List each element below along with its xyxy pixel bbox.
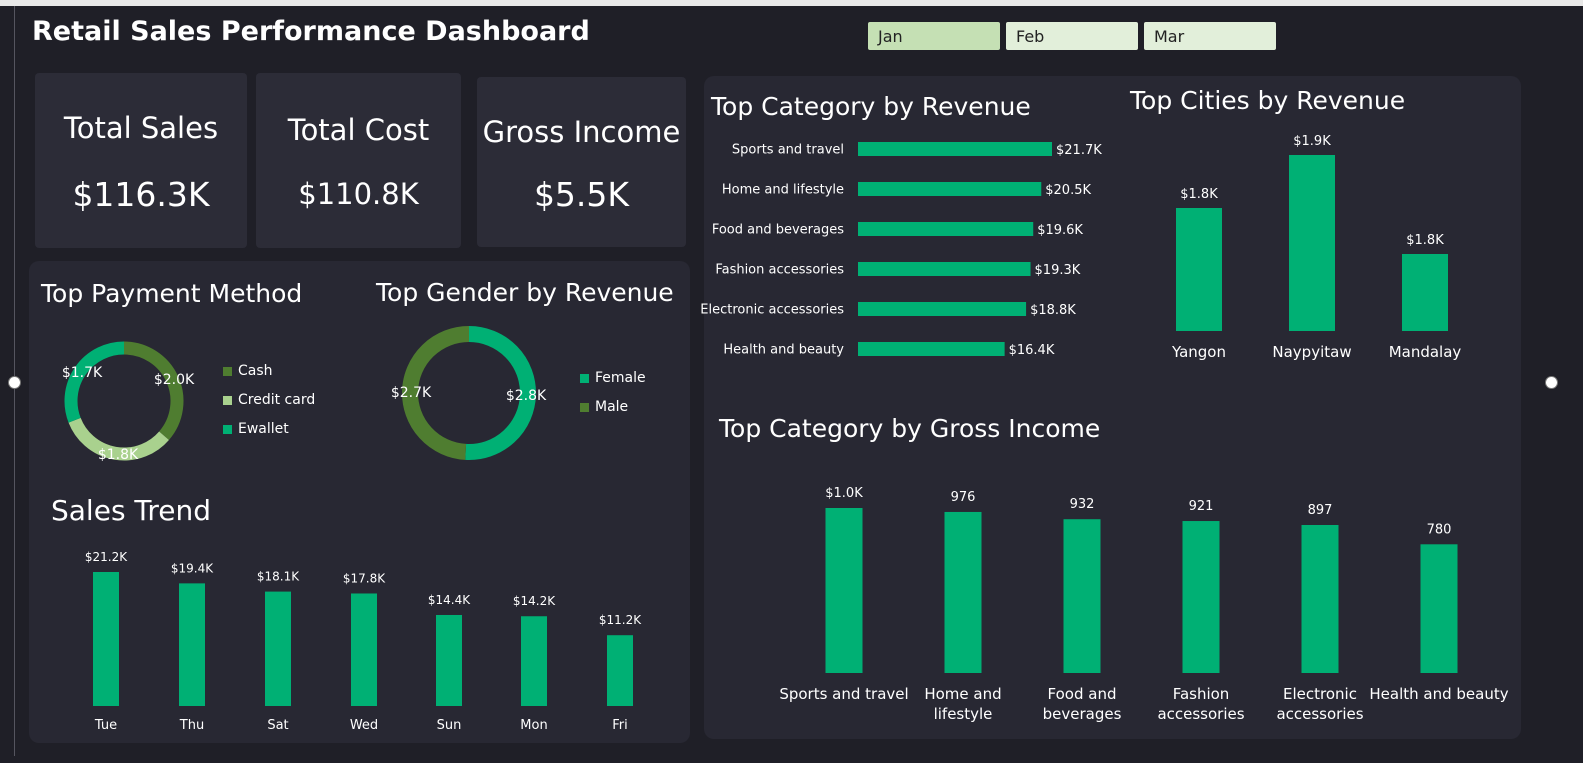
payment-donut-chart: $2.0K $1.8K $1.7K [62, 341, 195, 463]
legend-item-female: Female [580, 370, 646, 386]
trend-tick-label: Wed [350, 718, 378, 733]
trend-tick-label: Tue [94, 718, 117, 733]
trend-data-label: $19.4K [171, 561, 214, 575]
legend-swatch [223, 424, 232, 434]
trend-bar [607, 635, 633, 706]
category-revenue-title: Top Category by Revenue [711, 92, 1031, 121]
trend-bar [436, 614, 462, 706]
legend-swatch [223, 395, 232, 405]
donut-data-label: $1.7K [62, 365, 103, 381]
legend-item-cash: Cash [223, 363, 273, 379]
cities-title: Top Cities by Revenue [1130, 86, 1406, 115]
legend-label: Female [595, 370, 646, 386]
category-income-title: Top Category by Gross Income [719, 414, 1101, 443]
trend-bar [265, 591, 291, 706]
trend-data-label: $18.1K [257, 570, 300, 584]
sales-trend-chart: $21.2K Tue $19.4K Thu $18.1K Sat $17.8K Wed $14.… [85, 550, 642, 733]
trend-tick-label: Sat [267, 718, 288, 733]
donut-data-label: $2.7K [391, 385, 432, 401]
legend-label: Male [595, 399, 629, 415]
donut-slice [64, 341, 125, 423]
legend-swatch [580, 402, 589, 412]
trend-bar [351, 593, 377, 706]
trend-data-label: $17.8K [343, 571, 386, 585]
trend-data-label: $11.2K [599, 613, 642, 627]
gender-donut-chart: $2.8K $2.7K [391, 326, 547, 460]
legend-item-male: Male [580, 399, 628, 415]
trend-tick-label: Sun [437, 718, 462, 733]
legend-swatch [580, 373, 589, 383]
donut-data-label: $2.0K [154, 372, 195, 388]
legend-swatch [223, 366, 232, 376]
legend-item-ewallet: Ewallet [223, 421, 289, 437]
right-panel [704, 76, 1521, 739]
legend-item-credit-card: Credit card [223, 392, 315, 408]
trend-data-label: $14.2K [513, 594, 556, 608]
trend-bar [179, 583, 205, 706]
trend-data-label: $21.2K [85, 550, 128, 564]
legend-label: Credit card [238, 392, 316, 408]
donut-data-label: $2.8K [506, 388, 547, 404]
legend-label: Cash [238, 363, 273, 379]
trend-tick-label: Mon [520, 718, 547, 733]
trend-tick-label: Fri [612, 718, 628, 733]
trend-bar [93, 572, 119, 706]
trend-tick-label: Thu [179, 718, 204, 733]
trend-data-label: $14.4K [428, 593, 471, 607]
trend-bar [521, 616, 547, 706]
donut-data-label: $1.8K [98, 447, 139, 463]
donut-slice [123, 341, 184, 440]
legend-label: Ewallet [238, 421, 289, 437]
